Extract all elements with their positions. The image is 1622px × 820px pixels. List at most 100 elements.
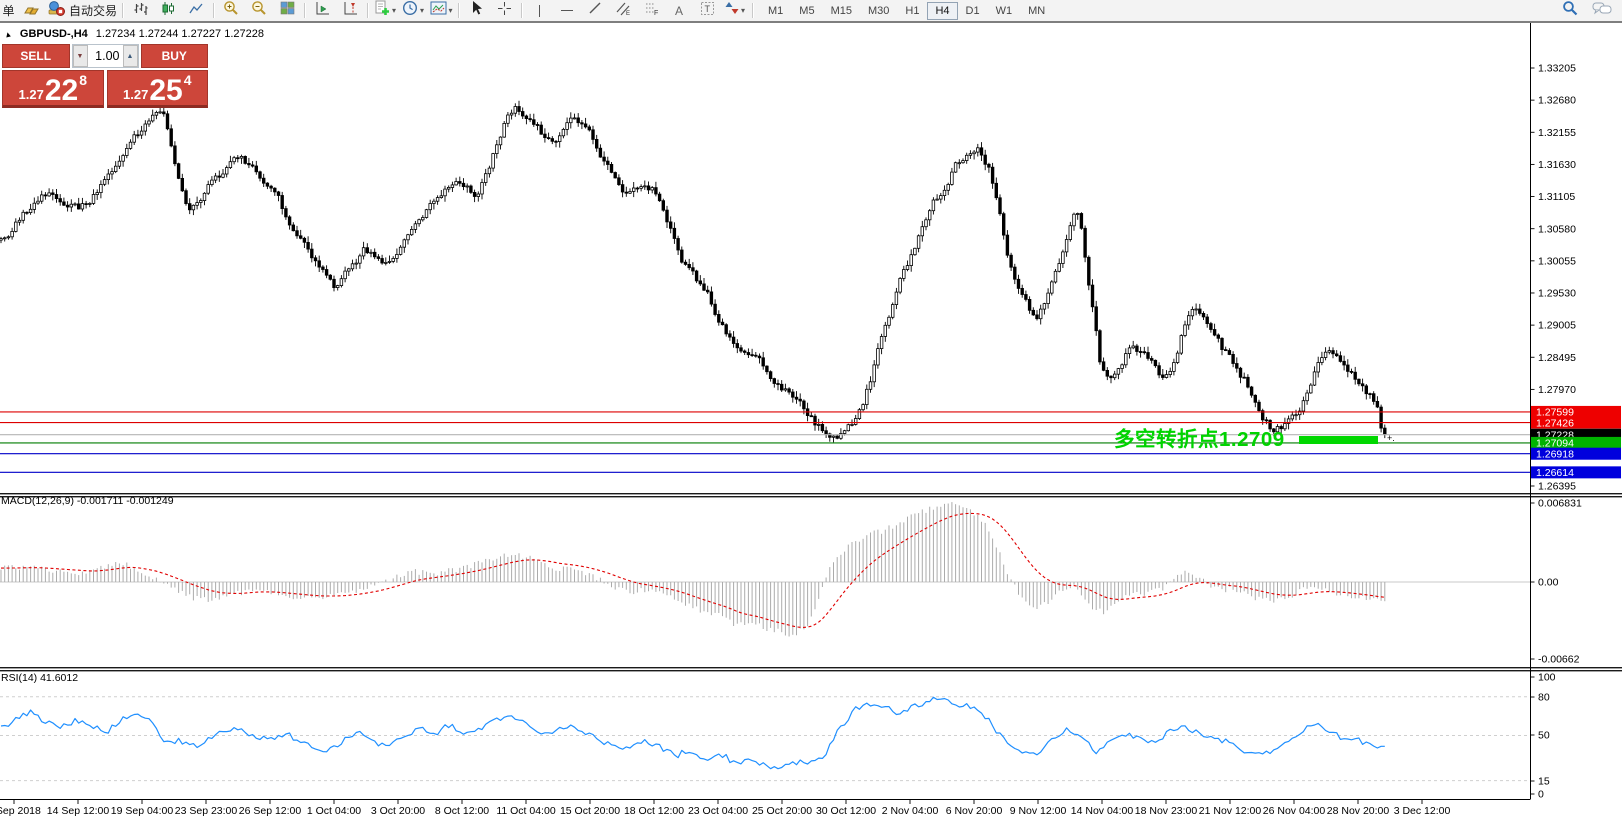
timeframe-h1[interactable]: H1 xyxy=(897,2,927,20)
text-label-button[interactable]: T xyxy=(693,1,721,21)
time-axis-label: 6 Nov 20:00 xyxy=(946,805,1003,817)
zoom-in-button[interactable] xyxy=(217,1,245,21)
text-button[interactable]: A xyxy=(665,1,693,21)
cursor-button[interactable] xyxy=(462,1,490,21)
chat-icon[interactable] xyxy=(1592,1,1612,21)
trendline-icon xyxy=(588,1,602,20)
timeframe-m1[interactable]: M1 xyxy=(760,2,791,20)
timeframe-h4[interactable]: H4 xyxy=(927,2,957,20)
sell-price-small: 1.27 xyxy=(19,87,44,102)
buy-price-display[interactable]: 1.27 25 4 xyxy=(107,70,209,108)
highlight-rectangle xyxy=(1299,436,1378,444)
sell-price-big: 22 xyxy=(45,78,78,104)
bar-chart-button[interactable] xyxy=(126,1,154,21)
time-axis-label: 14 Sep 12:00 xyxy=(47,805,110,817)
zoom-out-button[interactable] xyxy=(245,1,273,21)
volume-stepper: ▼ ▲ xyxy=(72,44,139,68)
fibonacci-button[interactable]: F xyxy=(637,1,665,21)
templates-button[interactable]: ▾ xyxy=(427,1,455,21)
gold-bars-icon xyxy=(23,1,40,21)
tile-windows-icon xyxy=(280,1,295,20)
chevron-down-icon: ▾ xyxy=(741,6,745,15)
chart-shift-button[interactable] xyxy=(336,1,364,21)
buy-button[interactable]: BUY xyxy=(141,44,209,68)
timeframe-m15[interactable]: M15 xyxy=(823,2,860,20)
rsi-axis-label: 100 xyxy=(1538,672,1556,684)
text-label-icon: T xyxy=(700,1,715,21)
price-axis-label: 1.32680 xyxy=(1538,95,1576,107)
candlestick-chart-button[interactable] xyxy=(154,1,182,21)
time-axis-label: 15 Oct 20:00 xyxy=(560,805,620,817)
buy-price-sup: 4 xyxy=(184,72,192,88)
new-order-button[interactable]: 单 xyxy=(0,1,17,21)
horizontal-line-button[interactable] xyxy=(553,1,581,21)
timeframe-mn[interactable]: MN xyxy=(1020,2,1053,20)
chevron-down-icon: ▾ xyxy=(449,6,453,15)
line-chart-icon xyxy=(189,1,204,21)
candlestick-chart-icon xyxy=(161,1,175,21)
vertical-line-icon xyxy=(539,5,540,17)
chart-canvas[interactable]: +.1.275991.274261.272281.270941.269181.2… xyxy=(0,0,1622,820)
price-axis-label: 1.33205 xyxy=(1538,63,1576,75)
text-icon: A xyxy=(675,5,683,17)
symbol-arrow-icon: ▲ xyxy=(3,29,13,40)
time-axis-label: 18 Nov 23:00 xyxy=(1135,805,1198,817)
chevron-down-icon: ▾ xyxy=(392,6,396,15)
trendline-button[interactable] xyxy=(581,1,609,21)
volume-input[interactable] xyxy=(88,45,123,67)
indicators-button[interactable]: ▾ xyxy=(371,1,399,21)
vertical-line-button[interactable] xyxy=(525,1,553,21)
time-axis-label: 3 Oct 20:00 xyxy=(371,805,425,817)
volume-increase-button[interactable]: ▲ xyxy=(123,45,138,67)
pane-divider[interactable] xyxy=(0,667,1622,668)
auto-scroll-button[interactable] xyxy=(308,1,336,21)
pane-divider[interactable] xyxy=(0,670,1622,671)
toolbar-separator xyxy=(749,0,756,21)
time-axis-label: 9 Nov 12:00 xyxy=(1010,805,1067,817)
buy-price-small: 1.27 xyxy=(123,87,148,102)
timeframe-group: M1M5M15M30H1H4D1W1MN xyxy=(760,2,1053,20)
equidistant-channel-button[interactable]: E xyxy=(609,1,637,21)
volume-decrease-button[interactable]: ▼ xyxy=(73,45,88,67)
auto-trading-label: 自动交易 xyxy=(69,2,117,19)
toolbar-separator xyxy=(364,0,371,21)
time-axis-label: 18 Oct 12:00 xyxy=(624,805,684,817)
time-axis-label: 23 Oct 04:00 xyxy=(688,805,748,817)
time-axis-label: 25 Oct 20:00 xyxy=(752,805,812,817)
rsi-axis-label: 80 xyxy=(1538,692,1550,704)
time-axis-label: 30 Oct 12:00 xyxy=(816,805,876,817)
sell-button[interactable]: SELL xyxy=(2,44,70,68)
toolbar-separator xyxy=(455,0,462,21)
search-icon[interactable] xyxy=(1562,0,1578,21)
price-axis-label: 1.31630 xyxy=(1538,159,1576,171)
arrows-button[interactable]: ▾ xyxy=(721,1,749,21)
price-axis-label: 1.32155 xyxy=(1538,127,1576,139)
price-tag-label: 1.26918 xyxy=(1536,449,1574,461)
line-chart-button[interactable] xyxy=(182,1,210,21)
auto-scroll-icon xyxy=(314,1,330,21)
toolbar-separator xyxy=(301,0,308,21)
price-axis-label: 1.26395 xyxy=(1538,481,1576,493)
template-icon xyxy=(430,1,447,20)
gold-bars-button[interactable] xyxy=(17,1,45,21)
auto-trading-button[interactable]: 自动交易 xyxy=(45,1,119,21)
zoom-in-icon xyxy=(223,0,239,21)
price-axis-label: 1.28495 xyxy=(1538,352,1576,364)
pane-divider[interactable] xyxy=(0,493,1622,494)
one-click-trading-panel: SELL ▼ ▲ BUY 1.27 22 8 1.27 25 4 xyxy=(2,44,208,108)
chart-shift-icon xyxy=(342,1,358,21)
periods-button[interactable]: ▾ xyxy=(399,1,427,21)
bar-chart-icon xyxy=(133,1,148,21)
arrows-icon xyxy=(725,1,739,20)
indicators-icon xyxy=(374,0,390,21)
pane-divider[interactable] xyxy=(0,496,1622,497)
tile-windows-button[interactable] xyxy=(273,1,301,21)
sell-price-display[interactable]: 1.27 22 8 xyxy=(2,70,104,108)
crosshair-button[interactable] xyxy=(490,1,518,21)
chart-title: ▲ GBPUSD-,H4 1.27234 1.27244 1.27227 1.2… xyxy=(4,28,264,40)
time-axis-label: 11 Oct 04:00 xyxy=(496,805,556,817)
timeframe-w1[interactable]: W1 xyxy=(988,2,1021,20)
timeframe-m30[interactable]: M30 xyxy=(860,2,897,20)
timeframe-d1[interactable]: D1 xyxy=(958,2,988,20)
timeframe-m5[interactable]: M5 xyxy=(791,2,822,20)
